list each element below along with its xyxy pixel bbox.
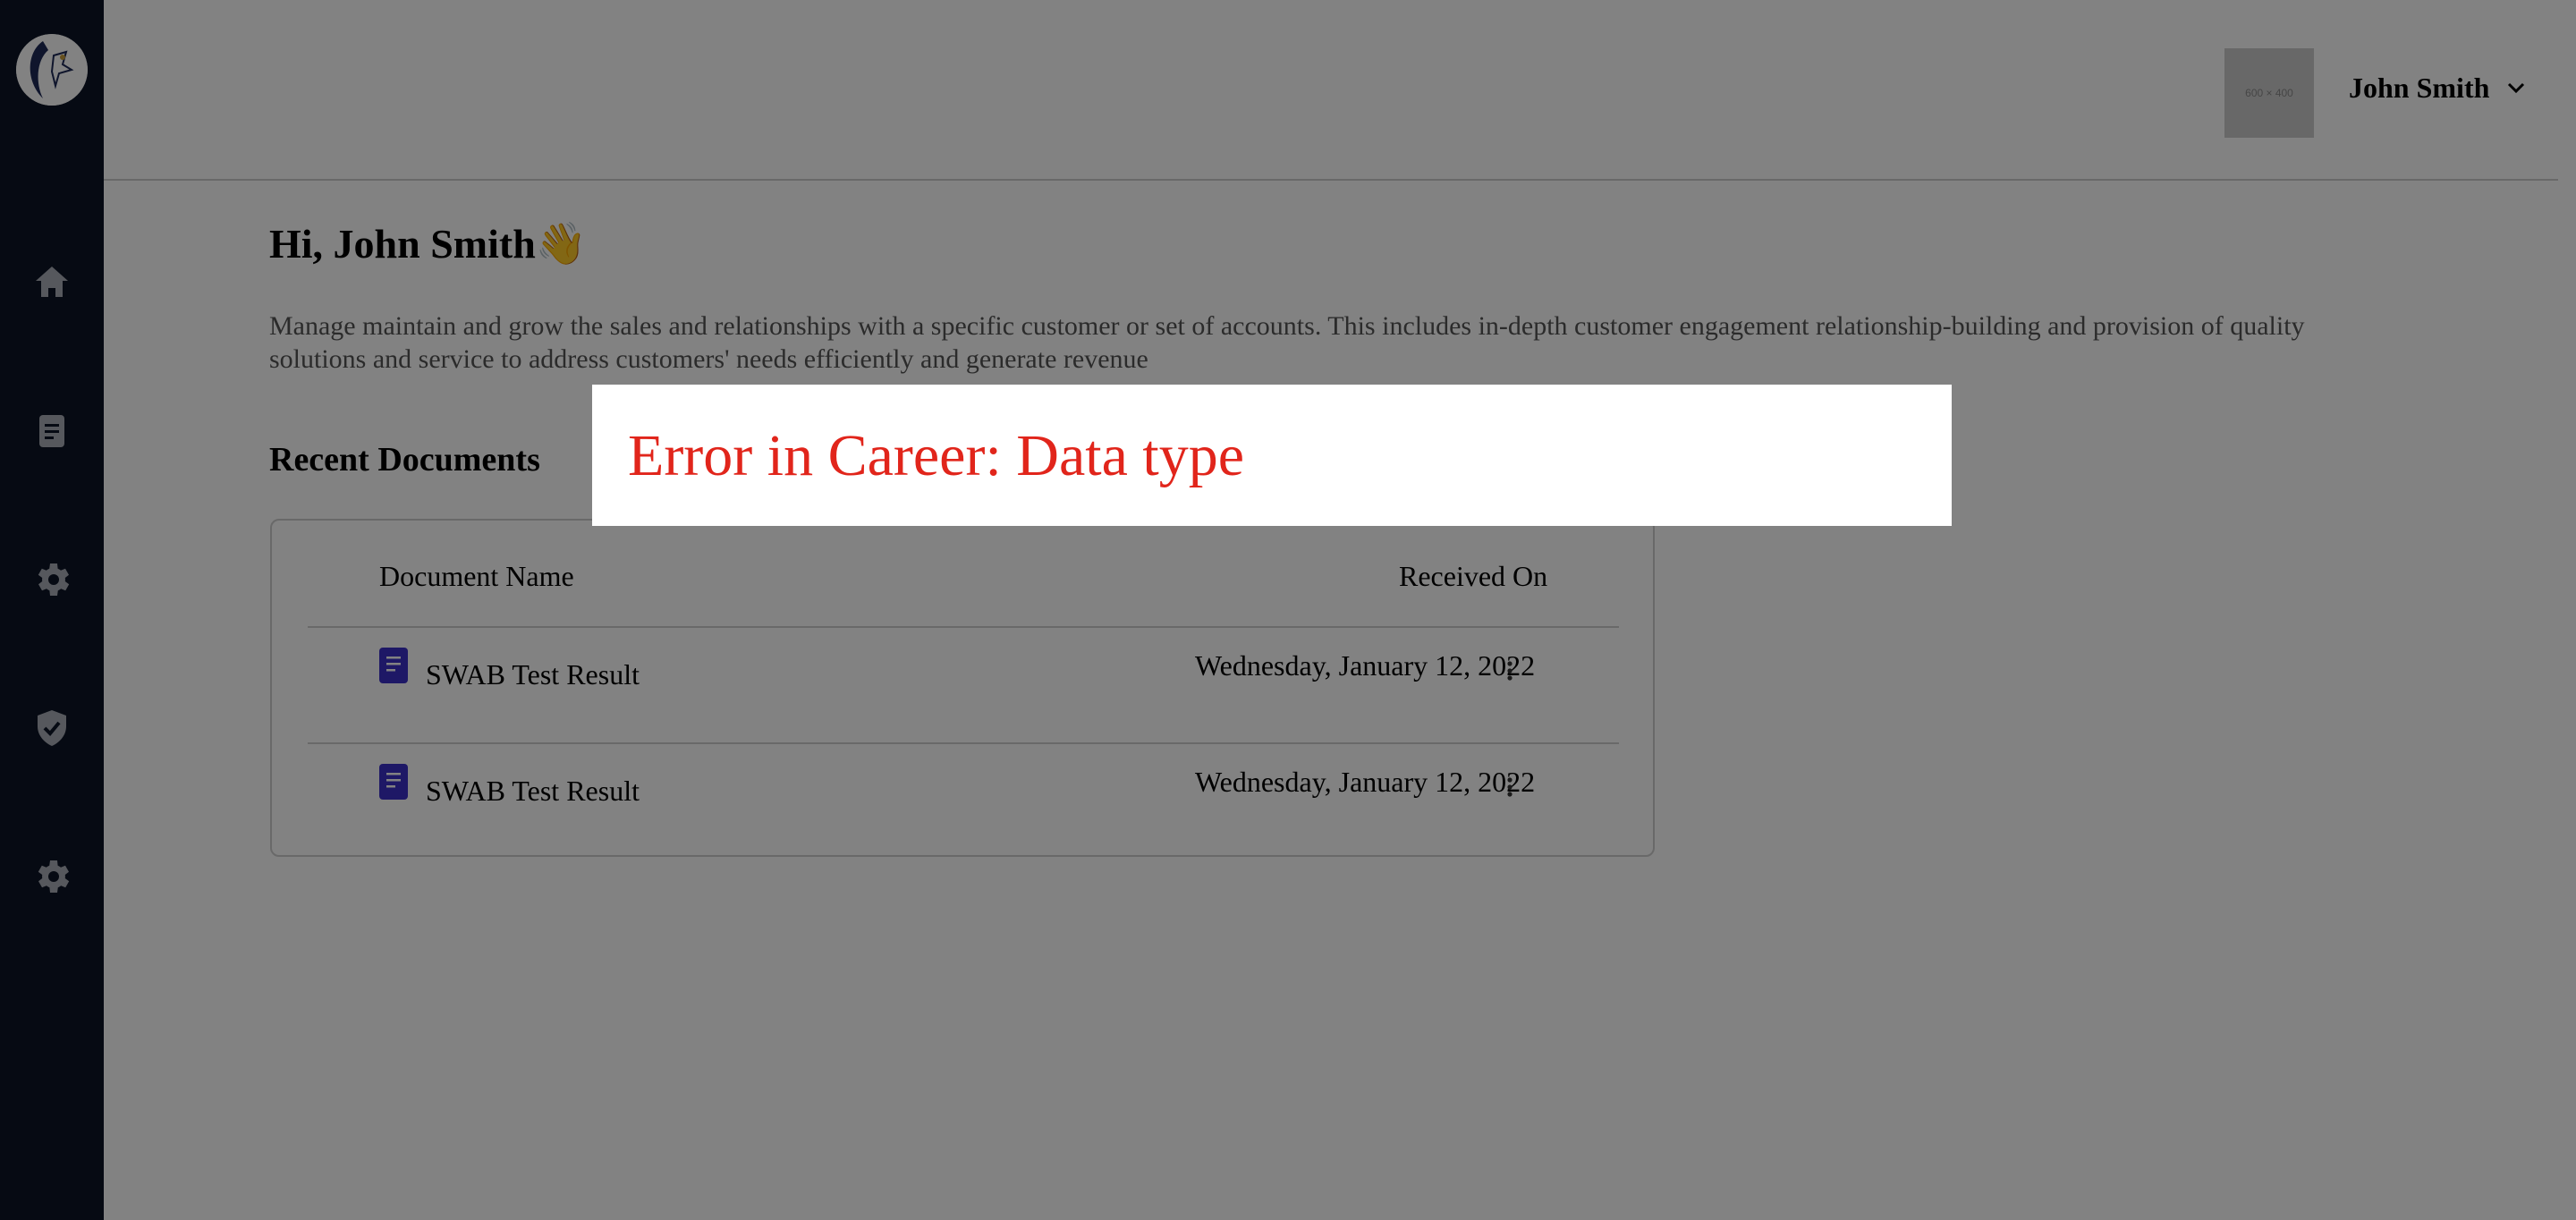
modal-backdrop[interactable]: Error in Career: Data type — [0, 0, 2576, 1220]
error-modal: Error in Career: Data type — [592, 385, 1952, 526]
error-message: Error in Career: Data type — [628, 423, 1245, 488]
